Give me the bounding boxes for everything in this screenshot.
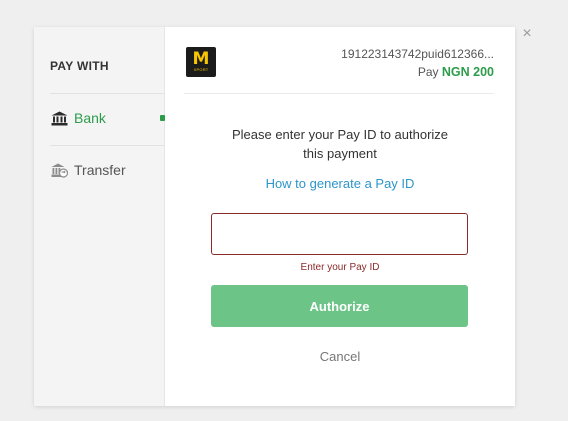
header-divider [184,93,494,94]
payment-modal: PAY WITH Bank Transfer M XPORT 191223143… [34,27,515,406]
instruction-text: Please enter your Pay ID to authorize th… [165,125,515,163]
pay-label: Pay [417,65,439,79]
sidebar-item-label: Transfer [74,162,126,178]
instruction-line: this payment [303,146,377,161]
merchant-logo: M XPORT [186,47,216,77]
sidebar-divider [50,93,164,94]
logo-mark: M [192,49,210,69]
close-icon[interactable]: × [519,26,535,42]
transaction-reference: 191223143742puid612366... [341,47,494,61]
instruction-line: Please enter your Pay ID to authorize [231,127,449,142]
bank-icon [50,110,68,126]
amount-value: NGN 200 [441,65,494,79]
cancel-link[interactable]: Cancel [165,349,515,364]
sidebar-item-bank[interactable]: Bank [50,106,165,130]
transfer-icon [50,162,68,178]
how-to-generate-pay-id-link[interactable]: How to generate a Pay ID [165,176,515,191]
sidebar-item-label: Bank [74,110,106,126]
payment-method-sidebar: PAY WITH Bank Transfer [34,27,165,406]
authorize-button[interactable]: Authorize [211,285,468,327]
sidebar-item-transfer[interactable]: Transfer [50,158,164,182]
payment-form-panel: M XPORT 191223143742puid612366... Pay NG… [165,27,515,406]
amount-line: Pay NGN 200 [418,65,494,79]
pay-id-input[interactable] [211,213,468,255]
pay-id-error-message: Enter your Pay ID [300,262,380,273]
logo-subtext: XPORT [193,67,209,72]
sidebar-divider [50,145,164,146]
pay-with-heading: PAY WITH [50,59,109,73]
